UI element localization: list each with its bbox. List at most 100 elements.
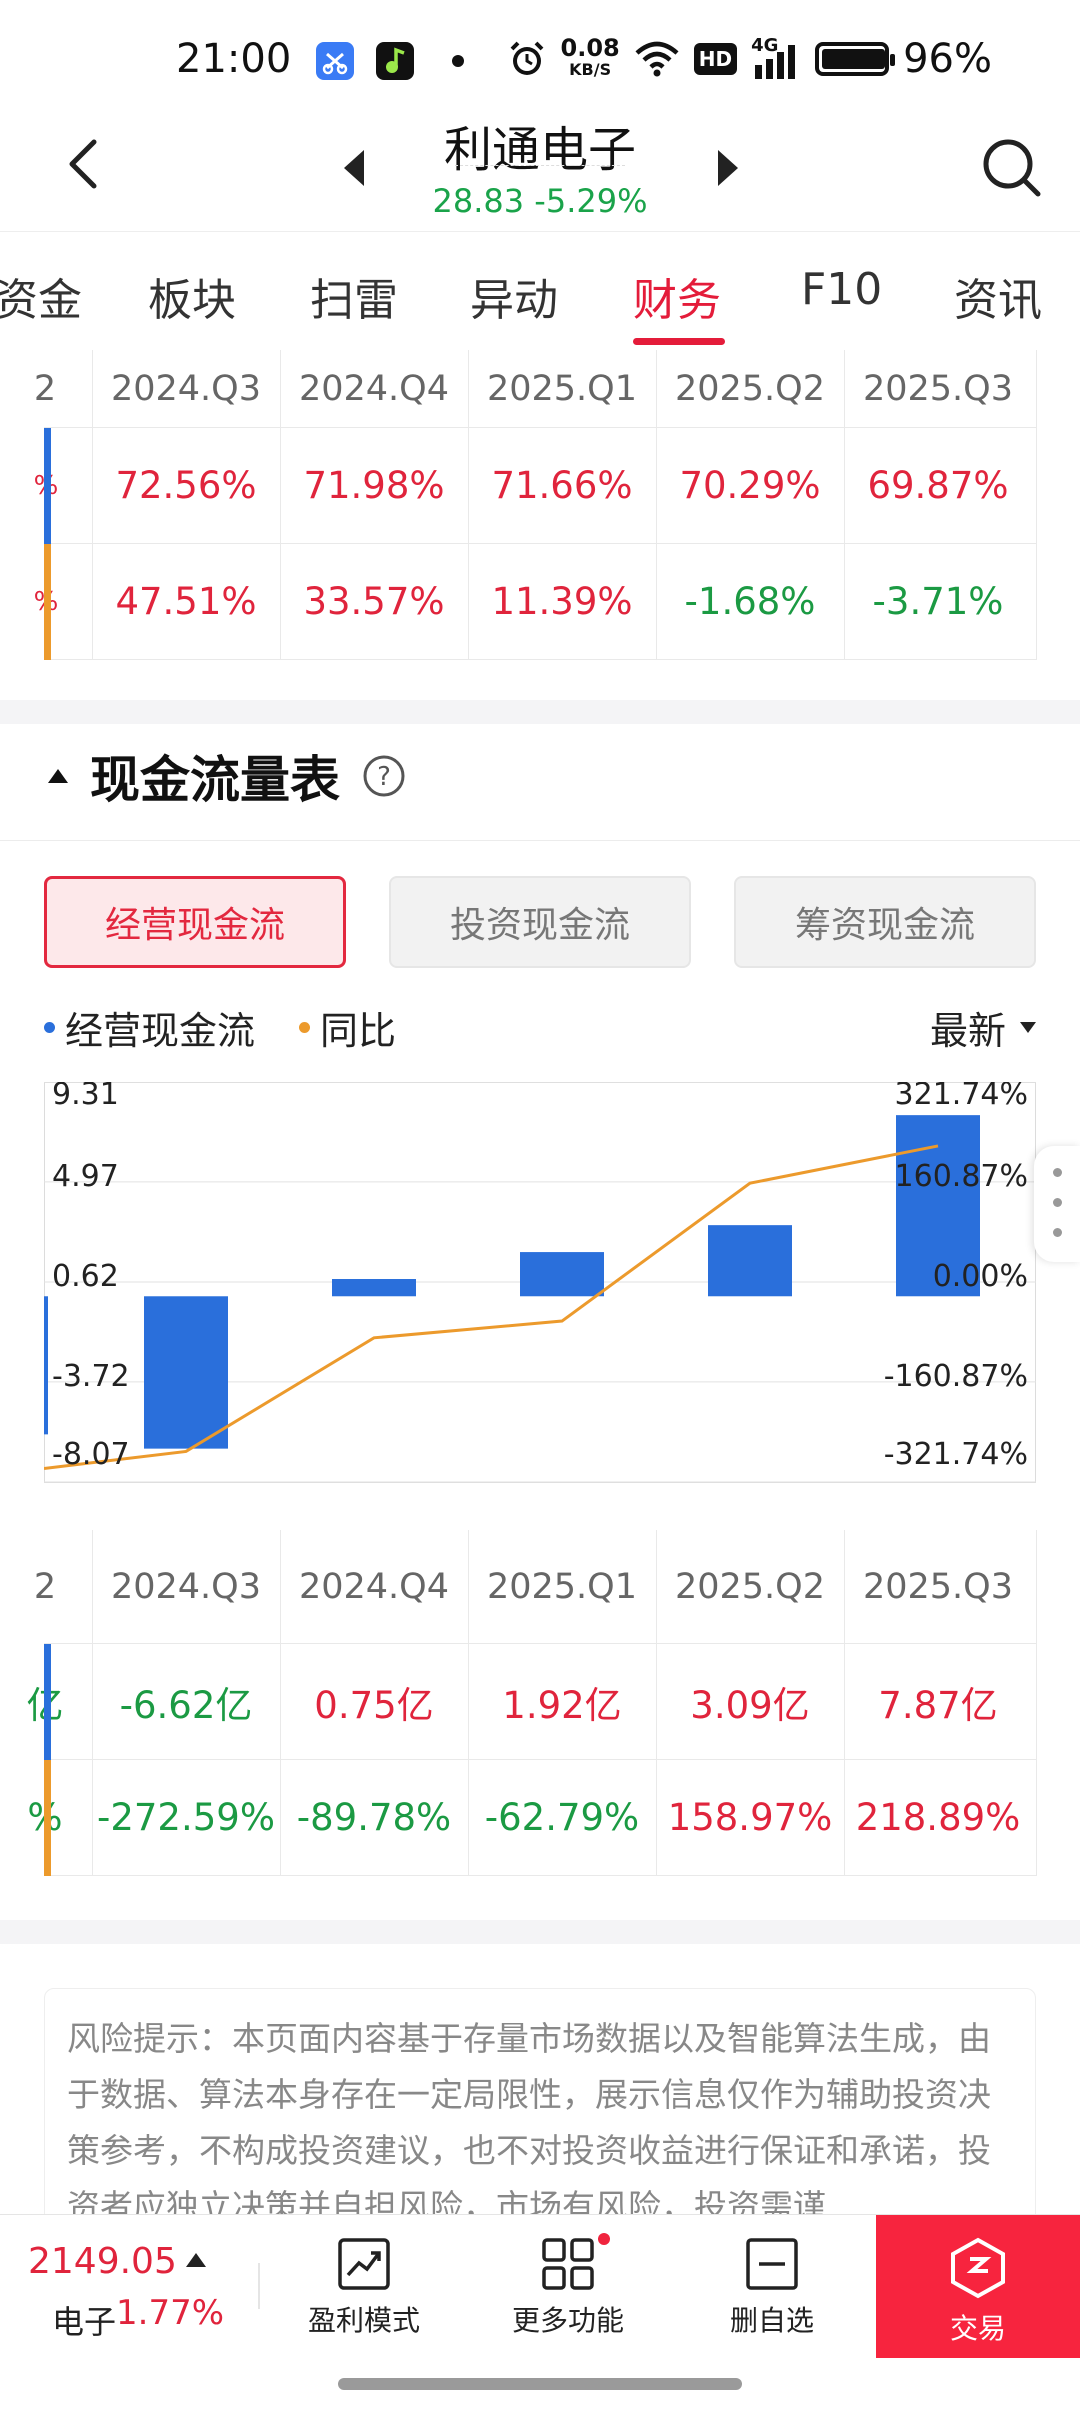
bar-2025.Q1 [520, 1252, 604, 1297]
music-app-icon [376, 42, 414, 80]
table-cell: 1.92亿 [502, 1683, 622, 1727]
active-tab-indicator [633, 338, 725, 345]
table-cell: 47.51% [115, 580, 257, 623]
stock-header: 利通电子 28.83 -5.29% [0, 110, 1080, 232]
column-header: 2025.Q2 [674, 368, 825, 409]
alarm-icon [510, 41, 543, 75]
right-tick-label: 160.87% [895, 1159, 1028, 1194]
left-tick-label: 0.62 [52, 1259, 119, 1294]
status-bar: 21:00 0.08 KB/S HD 4G 96% [0, 0, 1080, 120]
trade-button[interactable]: 交易 [876, 2215, 1080, 2359]
table-header-row: 2 2024.Q3 2024.Q4 2025.Q1 2025.Q2 2025.Q… [34, 350, 1036, 428]
bar-2024.Q3 [144, 1296, 228, 1449]
sector-index-change: 1.77% [116, 2293, 225, 2333]
investing-cashflow-button[interactable]: 投资现金流 [389, 876, 691, 968]
tab-funds[interactable]: 资金 [0, 264, 82, 328]
svg-text:?: ? [377, 762, 391, 792]
column-header: 2025.Q2 [674, 1566, 825, 1607]
collapse-triangle-icon[interactable] [48, 769, 68, 783]
tab-news[interactable]: 资讯 [954, 264, 1042, 328]
bar-2025.Q2 [708, 1225, 792, 1297]
profit-model-button[interactable]: 盈利模式 [284, 2237, 444, 2339]
sector-index-label: 电子 [52, 2303, 117, 2341]
stock-price-change: 28.83 -5.29% [432, 182, 648, 220]
dropdown-caret-icon [1020, 1022, 1036, 1033]
row-color-marker [44, 1760, 51, 1876]
tab-risk-scan[interactable]: 扫雷 [310, 264, 398, 328]
tab-sectors[interactable]: 板块 [148, 264, 236, 328]
minus-box-icon [746, 2238, 798, 2290]
table-cell: 72.56% [115, 464, 257, 507]
table-row: % -272.59% -89.78% -62.79% 158.97% 218.8… [27, 1760, 1036, 1876]
trade-hexagon-icon [951, 2237, 1005, 2299]
financing-cashflow-button[interactable]: 筹资现金流 [734, 876, 1036, 968]
table-cell: 0.75亿 [314, 1683, 434, 1727]
battery-icon [815, 42, 896, 76]
partial-header: 2 [33, 368, 57, 409]
table-cell: -3.71% [872, 580, 1004, 623]
search-icon[interactable] [980, 136, 1044, 200]
margin-table: 2 2024.Q3 2024.Q4 2025.Q1 2025.Q2 2025.Q… [0, 350, 1040, 660]
help-question-icon[interactable]: ? [362, 754, 406, 798]
table-header-row: 2 2024.Q3 2024.Q4 2025.Q1 2025.Q2 2025.Q… [34, 1530, 1036, 1644]
table-cell: 7.87亿 [878, 1683, 998, 1727]
column-header: 2024.Q3 [110, 368, 261, 409]
cashflow-table: 2 2024.Q3 2024.Q4 2025.Q1 2025.Q2 2025.Q… [0, 1530, 1040, 1876]
left-tick-label: -8.07 [52, 1437, 130, 1472]
table-row: % 47.51% 33.57% 11.39% -1.68% -3.71% [34, 544, 1036, 660]
legend-item-yoy: 同比 [299, 1000, 396, 1055]
section-title-text: 现金流量表 [90, 751, 340, 809]
bar-partial-left [44, 1296, 48, 1435]
table-cell: -1.68% [684, 580, 816, 623]
column-header: 2025.Q1 [486, 368, 637, 409]
operating-cashflow-button[interactable]: 经营现金流 [44, 876, 346, 968]
row-color-marker [44, 1644, 51, 1760]
table-cell: 70.29% [679, 464, 821, 507]
app-notification-icon [316, 42, 354, 80]
profit-chart-icon [338, 2238, 390, 2290]
cell-signal-icon: 4G [751, 35, 801, 79]
hd-badge: HD [693, 43, 738, 75]
next-stock-icon[interactable] [712, 146, 742, 190]
row-color-marker [44, 544, 51, 660]
tab-movement[interactable]: 异动 [470, 264, 558, 328]
table-row: % 72.56% 71.98% 71.66% 70.29% 69.87% [34, 428, 1036, 544]
column-header: 2024.Q4 [298, 1566, 449, 1607]
left-tick-label: 9.31 [52, 1082, 119, 1112]
bar-2024.Q4 [332, 1279, 416, 1297]
sector-index-value[interactable]: 2149.05 [28, 2241, 177, 2282]
legend-item-operating: 经营现金流 [44, 1000, 255, 1055]
left-tick-label: -3.72 [52, 1359, 130, 1394]
tab-bar: 资金 板块 扫雷 异动 财务 F10 资讯 [0, 232, 1080, 350]
table-cell: 158.97% [667, 1796, 833, 1839]
grid-apps-icon [542, 2238, 594, 2290]
column-header: 2025.Q3 [862, 368, 1013, 409]
tab-finance[interactable]: 财务 [633, 264, 721, 328]
column-header: 2024.Q3 [110, 1566, 261, 1607]
table-cell: 3.09亿 [690, 1683, 810, 1727]
cashflow-chart-svg: 9.31 4.97 0.62 -3.72 -8.07 321.74% 160.87% 0.00… [43, 1077, 1036, 1483]
new-badge-dot [598, 2233, 610, 2245]
network-speed: 0.08 KB/S [560, 34, 620, 79]
side-more-handle[interactable] [1034, 1146, 1080, 1262]
table-cell: -62.79% [484, 1796, 640, 1839]
remove-watchlist-button[interactable]: 删自选 [692, 2237, 852, 2339]
home-indicator[interactable] [338, 2378, 742, 2390]
table-cell: 71.66% [491, 464, 633, 507]
table-cell: -89.78% [296, 1796, 452, 1839]
table-cell: 69.87% [867, 464, 1009, 507]
notification-dot-icon [452, 55, 464, 67]
battery-percent: 96% [903, 36, 992, 82]
right-tick-label: -321.74% [884, 1437, 1028, 1472]
tab-f10[interactable]: F10 [801, 264, 882, 315]
more-functions-button[interactable]: 更多功能 [488, 2237, 648, 2339]
table-cell: 218.89% [855, 1796, 1021, 1839]
table-cell: 33.57% [303, 580, 445, 623]
table-row: 亿 -6.62亿 0.75亿 1.92亿 3.09亿 7.87亿 [27, 1644, 1036, 1760]
column-header: 2025.Q1 [486, 1566, 637, 1607]
cashflow-section-title[interactable]: 现金流量表 ? [48, 740, 406, 812]
bottom-action-bar: 2149.05 电子 1.77% 盈利模式 更多功能 删自选 交易 [0, 2214, 1080, 2359]
table-cell: -6.62亿 [119, 1683, 253, 1727]
chart-legend: 经营现金流 同比 [44, 1000, 440, 1055]
period-selector[interactable]: 最新 [930, 1000, 1036, 1055]
